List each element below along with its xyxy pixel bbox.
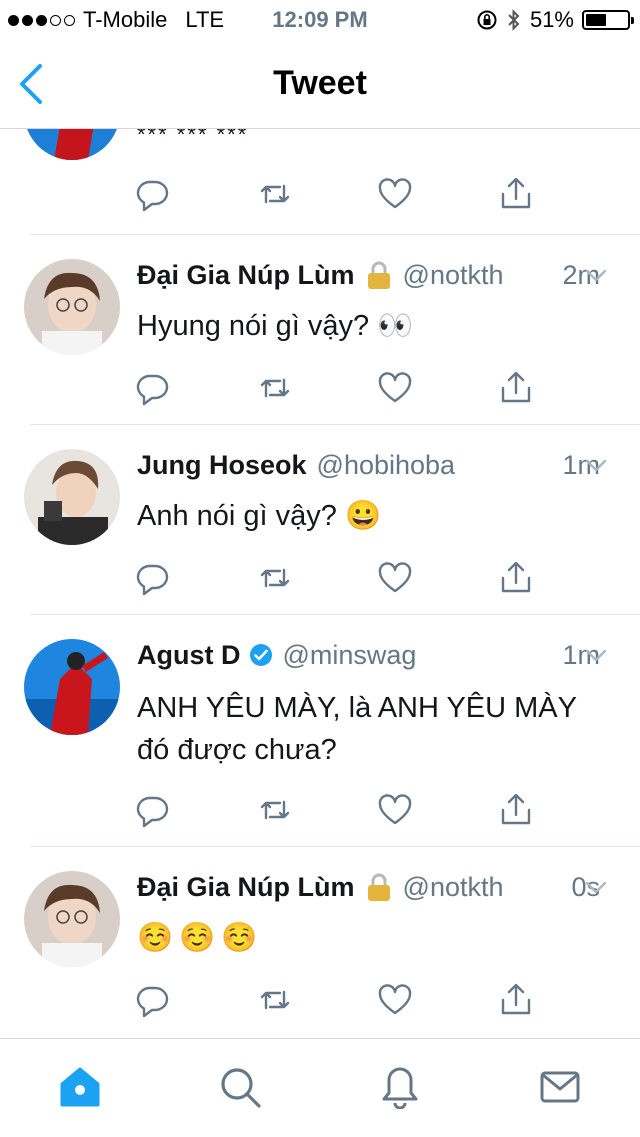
display-name[interactable]: Jung Hoseok xyxy=(137,450,307,481)
page-title: Tweet xyxy=(273,64,367,102)
like-icon[interactable] xyxy=(377,176,413,212)
display-name[interactable]: Agust D xyxy=(137,640,241,671)
avatar[interactable] xyxy=(24,259,120,355)
tweet-text: Anh nói gì vậy? 😀 xyxy=(137,500,382,532)
display-name[interactable]: Đại Gia Núp Lùm xyxy=(137,260,355,291)
lock-icon xyxy=(367,261,390,289)
like-icon[interactable] xyxy=(377,792,413,828)
tweet-text: ☺️☺️☺️ xyxy=(137,922,264,954)
chevron-down-icon[interactable] xyxy=(584,643,608,667)
tweet-text: Hyung nói gì vậy? 👀 xyxy=(137,310,414,342)
share-icon[interactable] xyxy=(498,982,534,1018)
tweet-actions xyxy=(134,982,554,1018)
navigation-bar: Tweet xyxy=(0,40,640,129)
avatar[interactable] xyxy=(24,639,120,735)
avatar[interactable] xyxy=(24,449,120,545)
tweet-item[interactable]: Agust D @minswag 1m ANH YÊU MÀY, là ANH … xyxy=(0,615,640,847)
handle[interactable]: @hobihoba xyxy=(317,450,456,481)
avatar[interactable] xyxy=(24,871,120,967)
handle[interactable]: @notkth xyxy=(403,872,504,903)
reply-icon[interactable] xyxy=(134,370,170,406)
tweet-item[interactable]: Jung Hoseok @hobihoba 1m Anh nói gì vậy?… xyxy=(0,425,640,615)
avatar[interactable] xyxy=(24,128,120,160)
status-bar: T-Mobile LTE 12:09 PM 51% xyxy=(0,0,640,40)
tweet-item[interactable]: Đại Gia Núp Lùm @notkth 2m Hyung nói gì … xyxy=(0,235,640,425)
tweet-header: Agust D @minswag 1m xyxy=(137,635,600,675)
like-icon[interactable] xyxy=(377,560,413,596)
retweet-icon[interactable] xyxy=(257,370,293,406)
display-name[interactable]: Đại Gia Núp Lùm xyxy=(137,872,355,903)
reply-icon[interactable] xyxy=(134,176,170,212)
bluetooth-icon xyxy=(508,9,520,31)
home-icon[interactable] xyxy=(58,1065,102,1109)
chevron-down-icon[interactable] xyxy=(584,875,608,899)
tweet-actions xyxy=(134,370,554,406)
tweet-text: ANH YÊU MÀY, là ANH YÊU MÀY đó được chưa… xyxy=(137,692,577,766)
retweet-icon[interactable] xyxy=(257,176,293,212)
retweet-icon[interactable] xyxy=(257,982,293,1018)
retweet-icon[interactable] xyxy=(257,560,293,596)
tweet-header: Đại Gia Núp Lùm @notkth 2m xyxy=(137,255,600,295)
verified-badge-icon xyxy=(249,644,272,666)
rotation-lock-icon xyxy=(477,10,497,30)
battery-icon xyxy=(582,10,634,30)
like-icon[interactable] xyxy=(377,982,413,1018)
status-right: 51% xyxy=(476,7,634,33)
handle[interactable]: @notkth xyxy=(403,260,504,291)
reply-icon[interactable] xyxy=(134,792,170,828)
lock-icon xyxy=(367,873,390,901)
tweet-actions xyxy=(134,792,554,828)
messages-icon[interactable] xyxy=(538,1065,582,1109)
conversation-feed: *** *** *** Đại Gia Núp Lùm @notkth 2m H… xyxy=(0,128,640,1038)
share-icon[interactable] xyxy=(498,370,534,406)
search-icon[interactable] xyxy=(218,1065,262,1109)
retweet-icon[interactable] xyxy=(257,792,293,828)
partial-tweet[interactable]: *** *** *** xyxy=(0,128,640,235)
chevron-down-icon[interactable] xyxy=(584,263,608,287)
battery-percent: 51% xyxy=(529,7,574,32)
tweet-item[interactable]: Đại Gia Núp Lùm @notkth 0s ☺️☺️☺️ xyxy=(0,847,640,1037)
share-icon[interactable] xyxy=(498,792,534,828)
reply-icon[interactable] xyxy=(134,982,170,1018)
like-icon[interactable] xyxy=(377,370,413,406)
chevron-down-icon[interactable] xyxy=(584,453,608,477)
share-icon[interactable] xyxy=(498,560,534,596)
tab-bar xyxy=(0,1038,640,1137)
tweet-actions xyxy=(134,560,554,596)
share-icon[interactable] xyxy=(498,176,534,212)
reply-icon[interactable] xyxy=(134,560,170,596)
tweet-header: Đại Gia Núp Lùm @notkth 0s xyxy=(137,867,600,907)
notifications-icon[interactable] xyxy=(378,1065,422,1109)
tweet-text: *** *** *** xyxy=(137,128,249,147)
tweet-header: Jung Hoseok @hobihoba 1m xyxy=(137,445,600,485)
tweet-actions xyxy=(134,176,554,212)
handle[interactable]: @minswag xyxy=(283,640,417,671)
